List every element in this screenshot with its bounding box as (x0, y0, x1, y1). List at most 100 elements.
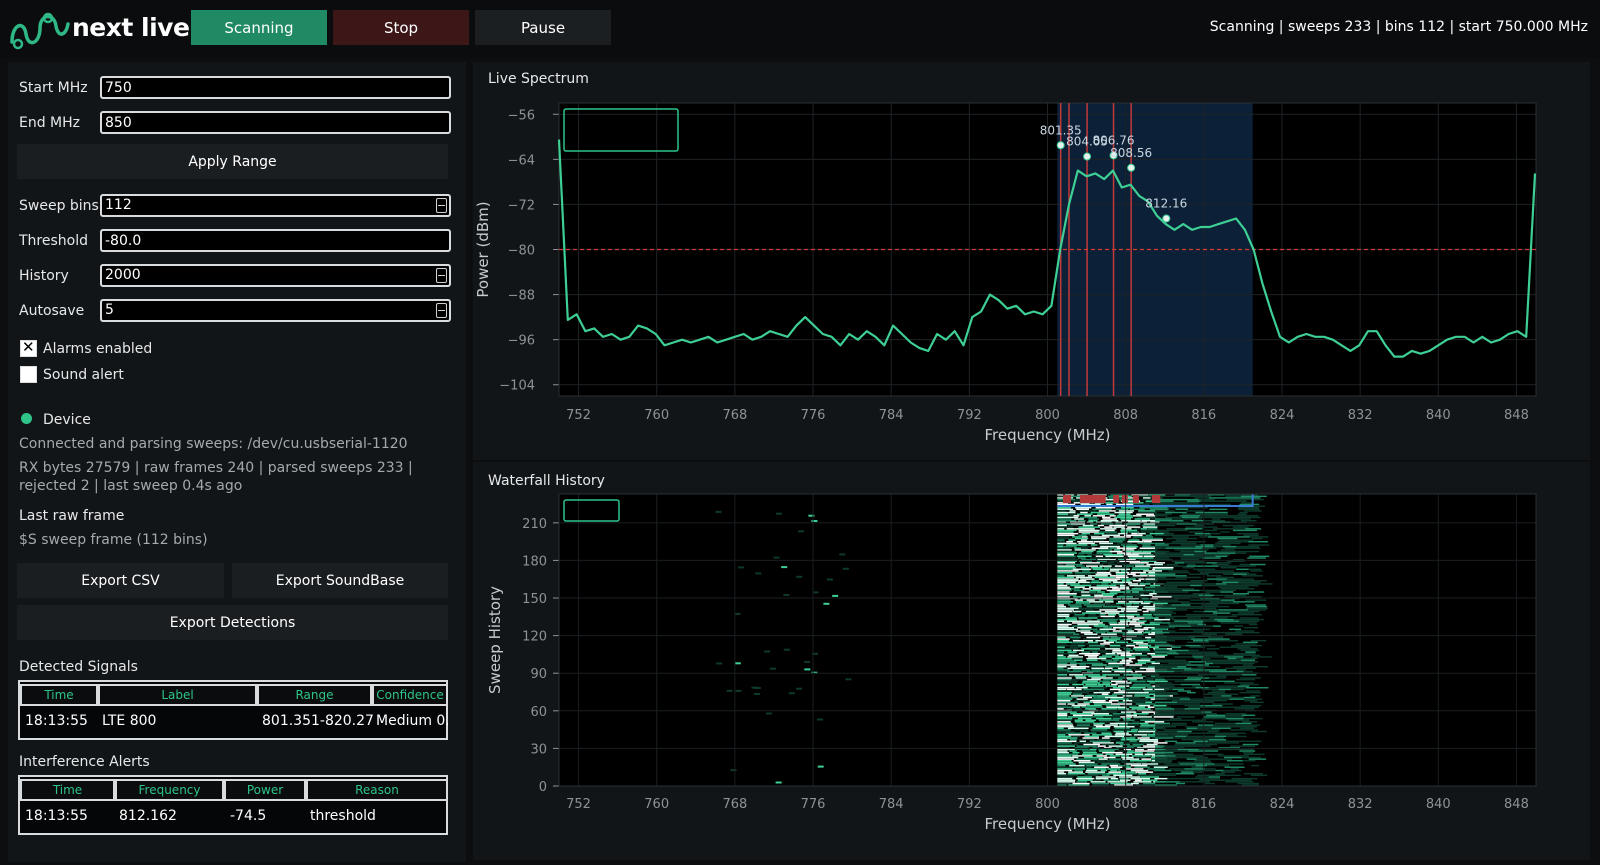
stepper-arrows-icon[interactable] (436, 303, 447, 318)
stop-button[interactable]: Stop (333, 10, 469, 45)
heatmap-cell (1108, 622, 1118, 624)
heatmap-cell (1139, 656, 1149, 658)
heatmap-cell (1181, 739, 1192, 741)
heatmap-cell (1170, 502, 1186, 504)
scanning-button[interactable]: Scanning (191, 10, 327, 45)
heatmap-cell (1175, 742, 1196, 744)
export-csv-button[interactable]: Export CSV (17, 563, 224, 598)
heatmap-cell (1095, 711, 1118, 713)
heatmap-cell (1165, 547, 1181, 549)
heatmap-cell (1208, 776, 1220, 778)
export-soundbase-button[interactable]: Export SoundBase (232, 563, 448, 598)
heatmap-cell (1198, 594, 1215, 597)
end-mhz-input[interactable] (100, 111, 451, 134)
heatmap-cell (1166, 555, 1187, 558)
heatmap-cell (1057, 716, 1068, 718)
heatmap-cell (1101, 670, 1112, 673)
threshold-input[interactable] (100, 229, 451, 252)
heatmap-cell (1200, 500, 1217, 502)
heatmap-cell (1134, 695, 1150, 697)
heatmap-cell (1057, 575, 1065, 577)
column-header-frequency[interactable]: Frequency (115, 779, 224, 801)
start-mhz-input[interactable] (100, 76, 451, 99)
heatmap-cell (1057, 714, 1068, 717)
apply-range-button[interactable]: Apply Range (17, 144, 448, 179)
heatmap-cell (1057, 568, 1073, 571)
heatmap-cell (1139, 667, 1155, 670)
pause-button[interactable]: Pause (475, 10, 611, 45)
heatmap-cell (1155, 610, 1173, 613)
detection-marker (1113, 495, 1120, 503)
heatmap-cell (1155, 643, 1170, 645)
row-confidence: Medium 0. (376, 713, 448, 729)
heatmap-cell (1116, 515, 1133, 517)
sweep-bins-stepper[interactable]: 112 (100, 194, 451, 217)
heatmap-cell (1217, 610, 1239, 613)
heatmap-cell (1090, 729, 1108, 731)
detection-marker (1063, 495, 1069, 503)
autosave-stepper[interactable]: 5 (100, 299, 451, 322)
heatmap-cell (1128, 657, 1136, 660)
heatmap-cell (1247, 591, 1265, 593)
column-header-confidence[interactable]: Confidence (372, 684, 448, 706)
heatmap-cell (1136, 513, 1155, 515)
column-header-power[interactable]: Power (224, 779, 306, 801)
heatmap-cell (1057, 625, 1069, 627)
column-header-label[interactable]: Label (98, 684, 257, 706)
heatmap-cell (1110, 777, 1119, 780)
heatmap-cell (1155, 764, 1178, 767)
heatmap-cell (1186, 735, 1202, 738)
waterfall-chart[interactable]: 752 760 768 776 784 792 800 808 816 824 832 840 8480… (473, 462, 1590, 860)
heatmap-cell (1095, 573, 1112, 575)
heatmap-cell (1057, 640, 1069, 642)
export-detections-button[interactable]: Export Detections (17, 605, 448, 640)
heatmap-cell (1093, 724, 1103, 726)
heatmap-cell (1123, 748, 1132, 751)
column-header-time[interactable]: Time (20, 684, 98, 706)
heatmap-cell (1180, 544, 1201, 546)
alarms-checkbox[interactable] (20, 338, 37, 357)
heatmap-cell (1072, 751, 1080, 754)
heatmap-cell (1191, 654, 1203, 657)
heatmap-cell (1205, 662, 1213, 665)
heatmap-cell (1057, 734, 1066, 736)
heatmap-cell (1057, 739, 1068, 741)
sound-alert-checkbox[interactable] (20, 366, 37, 383)
heatmap-cell (1134, 625, 1142, 627)
heatmap-cell (1189, 605, 1207, 608)
heatmap-cell (1169, 529, 1189, 532)
heatmap-cell (1201, 596, 1213, 598)
column-header-reason[interactable]: Reason (306, 779, 448, 801)
top-bar: next live Scanning Stop Pause Scanning |… (0, 0, 1600, 58)
spectrum-chart[interactable]: 752 760 768 776 784 792 800 808 816 824 832 840 848−… (473, 62, 1590, 460)
last-frame-title: Last raw frame (19, 508, 125, 524)
heatmap-cell (1057, 628, 1078, 631)
heatmap-cell (1213, 724, 1232, 726)
heatmap-cell (1155, 544, 1169, 546)
heatmap-cell (1072, 568, 1092, 571)
heatmap-cell (1175, 508, 1188, 511)
heatmap-cell (1229, 698, 1245, 700)
history-stepper[interactable]: 2000 (100, 264, 451, 287)
heatmap-cell (769, 667, 776, 670)
column-header-range[interactable]: Range (257, 684, 372, 706)
heatmap-cell (1057, 641, 1073, 644)
heatmap-cell (1116, 552, 1132, 554)
heatmap-cell (1233, 539, 1254, 541)
stepper-arrows-icon[interactable] (436, 198, 447, 213)
heatmap-cell (1057, 602, 1071, 605)
heatmap-cell (1153, 614, 1172, 616)
heatmap-cell (1131, 729, 1138, 731)
heatmap-cell (1118, 690, 1125, 692)
heatmap-cell (1230, 536, 1250, 538)
heatmap-cell (1125, 768, 1144, 770)
heatmap-cell (1099, 609, 1118, 611)
stepper-arrows-icon[interactable] (436, 268, 447, 283)
column-header-time[interactable]: Time (20, 779, 115, 801)
heatmap-cell (1080, 562, 1100, 564)
sound-alert-label: Sound alert (43, 367, 124, 383)
heatmap-cell (796, 575, 803, 578)
y-tick-label: −72 (508, 198, 535, 213)
heatmap-cell (1155, 653, 1168, 655)
heatmap-cell (1181, 602, 1200, 605)
